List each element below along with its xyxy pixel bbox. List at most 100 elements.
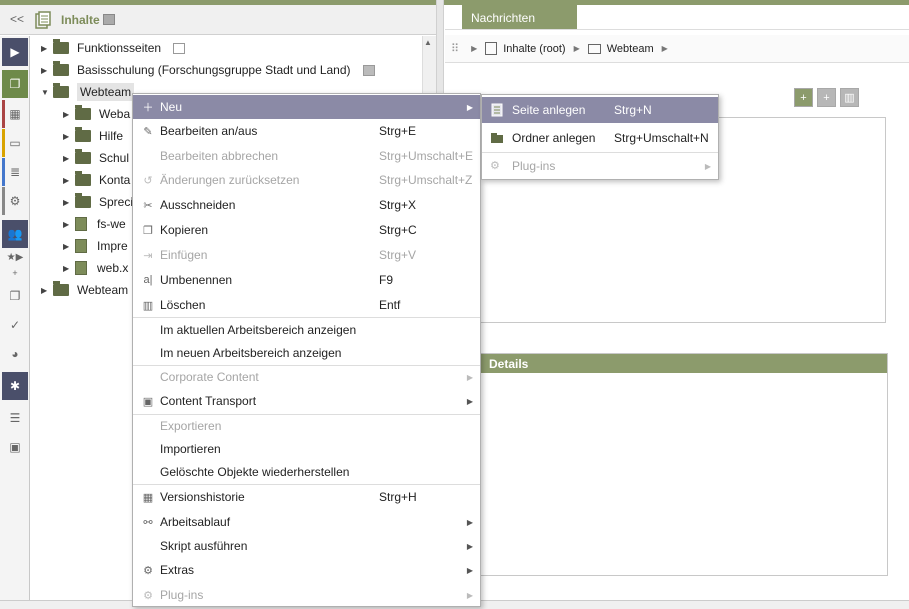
menu-item-copy[interactable]: ❐ Kopieren Strg+C — [133, 218, 480, 242]
puzzle-icon[interactable]: ✱ — [2, 372, 28, 400]
tree-item[interactable]: ▶ Spreci — [63, 192, 133, 212]
briefcase-icon[interactable]: ▣ — [2, 433, 28, 461]
breadcrumb-webteam[interactable]: Webteam — [607, 43, 654, 55]
details-panel: Details — [478, 353, 888, 576]
add-page-icon[interactable]: + — [794, 88, 813, 107]
table-icon[interactable]: ▦ — [2, 100, 28, 128]
page-icon — [75, 217, 87, 231]
expand-arrow-icon[interactable]: ▶ — [63, 176, 75, 185]
expand-arrow-icon[interactable]: ▶ — [63, 220, 75, 229]
collapse-button[interactable]: << — [10, 12, 24, 26]
menu-item-content-transport[interactable]: ▣ Content Transport ▶ — [133, 389, 480, 413]
breadcrumb: ⠿ ▶ Inhalte (root) ▶ Webteam ▶ — [445, 35, 909, 63]
tree-item[interactable]: ▶ Konta — [63, 170, 130, 190]
menu-item-import[interactable]: Importieren — [133, 437, 480, 461]
rename-icon: a| — [143, 274, 153, 286]
scroll-up-icon[interactable]: ▲ — [424, 38, 432, 47]
add-icon[interactable]: + — [2, 267, 28, 279]
page-icon — [75, 261, 87, 275]
chevron-right-icon: ▶ — [704, 161, 711, 171]
expand-arrow-icon[interactable]: ▶ — [63, 198, 75, 207]
chevron-right-icon: ▶ — [466, 396, 473, 406]
expand-arrow-icon[interactable]: ▶ — [41, 66, 53, 75]
copy-doc-icon[interactable]: ❐ — [2, 282, 28, 310]
media-icon[interactable]: ▭ — [2, 129, 28, 157]
menu-item-export[interactable]: Exportieren — [133, 414, 480, 438]
page-icon — [75, 239, 87, 253]
menu-item-show-new-workspace[interactable]: Im neuen Arbeitsbereich anzeigen — [133, 341, 480, 365]
folder-icon — [53, 83, 69, 98]
transport-icon: ▣ — [142, 395, 154, 408]
expand-arrow-icon[interactable]: ▶ — [63, 242, 75, 251]
expand-arrow-icon[interactable]: ▶ — [63, 132, 75, 141]
folder-icon — [75, 193, 91, 208]
folder-icon — [75, 105, 91, 120]
tree-item[interactable]: ▶ Basisschulung (Forschungsgruppe Stadt … — [41, 60, 375, 80]
drag-handle-icon[interactable]: ⠿ — [451, 42, 459, 55]
star-icon[interactable]: ★▶ — [2, 249, 28, 265]
tree-item[interactable]: ▶ web.x — [63, 258, 128, 278]
tree-item-selected[interactable]: ▼ Webteam — [41, 82, 135, 102]
expand-arrow-icon[interactable]: ▶ — [41, 44, 53, 53]
chevron-right-icon: ▶ — [466, 565, 473, 575]
structure-icon[interactable]: ≣ — [2, 158, 28, 186]
edit-icon: ✎ — [143, 125, 153, 138]
right-toolbar: + + ▥ — [794, 88, 859, 107]
menu-item-show-current-workspace[interactable]: Im aktuellen Arbeitsbereich anzeigen — [133, 318, 480, 342]
chevron-right-icon: ▶ — [466, 590, 473, 600]
chevron-right-icon: ▶ — [466, 541, 473, 551]
menu-item-delete[interactable]: ▥ Löschen Entf — [133, 293, 480, 317]
chevron-right-icon: ▶ — [466, 517, 473, 527]
tree-item[interactable]: ▶ Weba — [63, 104, 130, 124]
tree-item[interactable]: ▶ Webteam — [41, 280, 128, 300]
menu-item-plugins[interactable]: ⚙ Plug-ins ▶ — [133, 583, 480, 607]
folder-icon — [491, 133, 503, 143]
list-icon[interactable]: ☰ — [2, 404, 28, 432]
menu-item-corporate-content[interactable]: Corporate Content ▶ — [133, 365, 480, 389]
collapse-arrow-icon[interactable]: ▼ — [41, 88, 53, 97]
settings-icon[interactable]: ⚙ — [2, 187, 28, 215]
menu-item-rename[interactable]: a| Umbenennen F9 — [133, 268, 480, 292]
tree-item[interactable]: ▶ Funktionsseiten — [41, 38, 186, 58]
new-icon: ＋ — [142, 102, 154, 114]
menu-item-paste[interactable]: ⇥ Einfügen Strg+V — [133, 243, 480, 267]
expand-arrow-icon[interactable]: ▶ — [63, 110, 75, 119]
menu-item-workflow[interactable]: ⚯ Arbeitsablauf ▶ — [133, 510, 480, 534]
trash-icon: ▥ — [142, 299, 154, 312]
expand-arrow-icon[interactable]: ▶ — [63, 154, 75, 163]
users-icon[interactable]: 👥 — [2, 220, 28, 248]
tree-item[interactable]: ▶ fs-we — [63, 214, 126, 234]
menu-item-cut[interactable]: ✂ Ausschneiden Strg+X — [133, 193, 480, 217]
menu-item-version-history[interactable]: ▦ Versionshistorie Strg+H — [133, 485, 480, 509]
contents-store-icon[interactable]: ❐ — [2, 70, 28, 98]
tab-messages[interactable]: Nachrichten — [462, 5, 577, 29]
play-icon[interactable]: ▶ — [2, 38, 28, 66]
left-toolbar: ▶ ❐ ▦ ▭ ≣ ⚙ 👥 ★▶ + ❐ ✓ ◕ ✱ ☰ ▣ — [0, 36, 30, 600]
menu-item-restore-deleted[interactable]: Gelöschte Objekte wiederherstellen — [133, 460, 480, 484]
chevron-right-icon: ▶ — [466, 102, 473, 112]
submenu-item-create-folder[interactable]: Ordner anlegen Strg+Umschalt+N — [482, 125, 718, 151]
submenu-item-create-page[interactable]: Seite anlegen Strg+N — [482, 97, 718, 123]
expand-arrow-icon[interactable]: ▶ — [41, 286, 53, 295]
clock-icon[interactable]: ◕ — [2, 340, 28, 368]
expand-arrow-icon[interactable]: ▶ — [63, 264, 75, 273]
user-icon — [362, 64, 375, 76]
paste-icon: ⇥ — [143, 249, 153, 262]
menu-item-revert[interactable]: ↺ Änderungen zurücksetzen Strg+Umschalt+Z — [133, 168, 480, 192]
tree-item[interactable]: ▶ Impre — [63, 236, 128, 256]
chevron-right-icon: ▶ — [573, 44, 580, 53]
menu-item-cancel-edit[interactable]: Bearbeiten abbrechen Strg+Umschalt+E — [133, 144, 480, 168]
check-icon[interactable]: ✓ — [2, 311, 28, 339]
tree-item[interactable]: ▶ Schul — [63, 148, 129, 168]
menu-item-new[interactable]: ＋ Neu ▶ — [133, 95, 480, 119]
menu-item-extras[interactable]: ⚙ Extras ▶ — [133, 558, 480, 582]
trash-icon[interactable]: ▥ — [840, 88, 859, 107]
tree-item[interactable]: ▶ Hilfe — [63, 126, 123, 146]
submenu-item-plugins[interactable]: ⚙ Plug-ins ▶ — [482, 153, 718, 179]
menu-item-run-script[interactable]: Skript ausführen ▶ — [133, 534, 480, 558]
breadcrumb-root[interactable]: Inhalte (root) — [503, 43, 565, 55]
page-icon — [491, 103, 503, 117]
menu-item-edit-toggle[interactable]: ✎ Bearbeiten an/aus Strg+E — [133, 119, 480, 143]
add-user-icon[interactable]: + — [817, 88, 836, 107]
new-submenu: Seite anlegen Strg+N Ordner anlegen Strg+U… — [481, 94, 719, 180]
